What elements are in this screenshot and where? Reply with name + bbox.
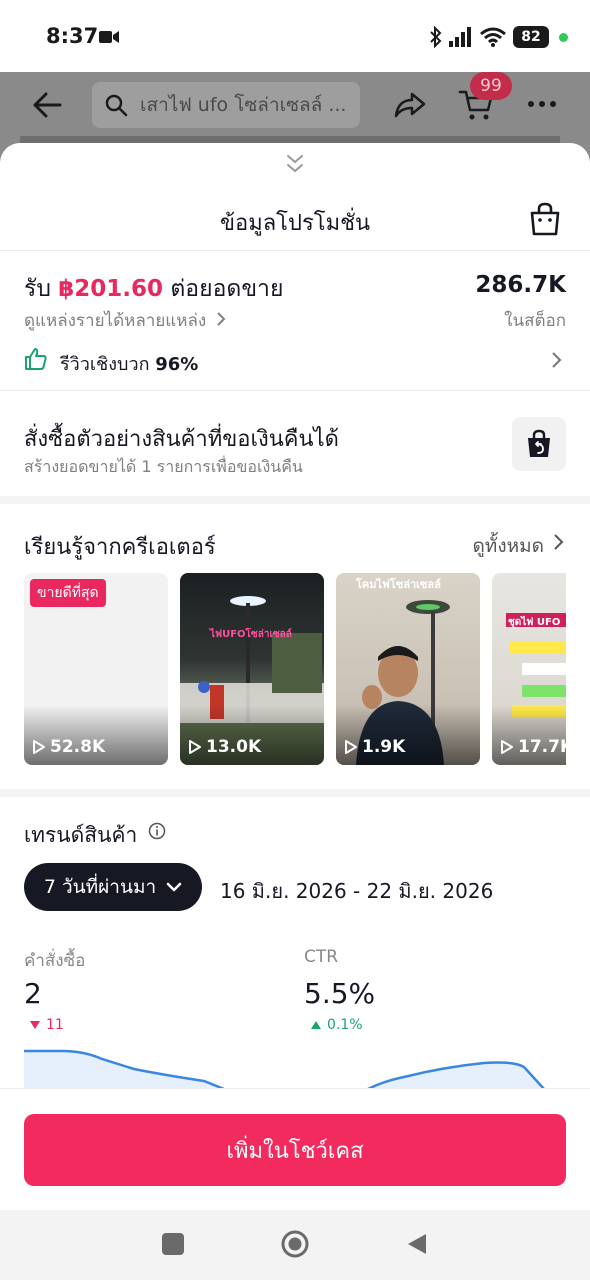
battery-icon: 82 (513, 26, 549, 48)
system-nav-bar (0, 1210, 590, 1280)
status-bar: 8:37 82 (0, 0, 590, 72)
ctr-label: CTR (304, 947, 339, 967)
triangle-down-icon (30, 1021, 40, 1029)
share-icon[interactable] (392, 86, 428, 122)
search-input[interactable]: เสาไฟ ufo โซล่าเซลล์ ... (92, 82, 360, 128)
earning-per-sale: รับ ฿201.60 ต่อยอดขาย (24, 271, 283, 307)
bottom-action-area: เพิ่มในโชว์เคส (0, 1088, 590, 1210)
income-sources-link[interactable]: ดูแหล่งรายได้หลายแหล่ง (24, 307, 226, 334)
orders-label: คำสั่งซื้อ (24, 951, 86, 971)
status-time: 8:37 (46, 24, 99, 48)
date-range: 16 มิ.ย. 2026 - 22 มิ.ย. 2026 (220, 879, 494, 903)
recent-apps-icon[interactable] (162, 1233, 184, 1255)
refundable-sample-title[interactable]: สั่งซื้อตัวอย่างสินค้าที่ขอเงินคืนได้ (24, 421, 339, 456)
play-icon (33, 740, 45, 754)
add-to-showcase-button[interactable]: เพิ่มในโชว์เคส (24, 1114, 566, 1186)
play-icon (189, 740, 201, 754)
shopping-bag-icon[interactable] (528, 201, 562, 237)
back-arrow-icon[interactable] (30, 88, 64, 122)
collapse-chevron-icon[interactable] (285, 153, 305, 175)
more-icon[interactable] (526, 98, 558, 110)
see-all-link[interactable]: ดูทั้งหมด (472, 531, 544, 561)
info-icon[interactable] (148, 822, 166, 840)
refundable-sample-subtitle: สร้างยอดขายได้ 1 รายการเพื่อขอเงินคืน (24, 457, 303, 476)
nav-back-icon[interactable] (406, 1232, 428, 1256)
play-icon (345, 740, 357, 754)
video-views: 13.0K (188, 737, 261, 757)
see-all-chevron-right-icon[interactable] (552, 533, 564, 551)
review-label: รีวิวเชิงบวก (60, 354, 150, 375)
search-text: เสาไฟ ufo โซล่าเซลล์ ... (140, 94, 347, 116)
signal-icon (449, 27, 471, 47)
sheet-title: ข้อมูลโปรโมชั่น (219, 211, 371, 236)
ctr-delta-value: 0.1% (327, 1017, 363, 1033)
review-value: 96% (155, 354, 199, 375)
chevron-down-icon (166, 882, 182, 892)
thumbs-up-icon (25, 348, 47, 370)
creator-video-card[interactable]: ขายดีที่สุด 52.8K (24, 573, 168, 765)
positive-review-rate: รีวิวเชิงบวก 96% (60, 349, 198, 378)
chevron-right-icon (216, 312, 225, 326)
video-views-count: 1.9K (362, 737, 406, 757)
triangle-up-icon (311, 1021, 321, 1029)
refund-sample-button[interactable] (512, 417, 566, 471)
search-icon (105, 94, 128, 117)
creator-video-card[interactable]: ไฟUFOโซล่าเซลล์ 13.0K (180, 573, 324, 765)
wifi-icon (480, 27, 506, 47)
period-dropdown[interactable]: 7 วันที่ผ่านมา (24, 863, 202, 911)
video-overlay-text: ชุดไฟ UFO (508, 617, 561, 628)
trend-sparkline (24, 1049, 545, 1089)
earn-amount: ฿201.60 (58, 276, 164, 302)
creator-video-card[interactable]: ชุดไฟ UFO 17.7K (492, 573, 566, 765)
creator-video-card[interactable]: โคมไฟโซล่าเซลล์ 1.9K (336, 573, 480, 765)
video-overlay-text: โคมไฟโซล่าเซลล์ (356, 578, 441, 591)
bluetooth-icon (430, 26, 442, 48)
video-views: 52.8K (32, 737, 105, 757)
income-sources-label: ดูแหล่งรายได้หลายแหล่ง (24, 311, 207, 331)
promotion-sheet: ข้อมูลโปรโมชั่น รับ ฿201.60 ต่อยอดขาย 28… (0, 143, 590, 1213)
play-icon (501, 740, 513, 754)
status-icons: 82 (429, 24, 568, 50)
video-views-count: 52.8K (50, 737, 106, 757)
section-divider (0, 496, 590, 504)
refund-bag-icon (528, 429, 550, 457)
video-camera-icon (99, 31, 119, 43)
reviews-chevron-right-icon[interactable] (550, 351, 562, 369)
video-views: 1.9K (344, 737, 405, 757)
ctr-value: 5.5% (304, 977, 376, 1010)
stock-value: 286.7K (475, 272, 566, 298)
video-views: 17.7K (500, 737, 566, 757)
divider (0, 250, 590, 251)
divider (0, 390, 590, 391)
orders-value: 2 (24, 977, 42, 1010)
earn-suffix: ต่อยอดขาย (170, 276, 284, 302)
learn-from-creators-title: เรียนรู้จากครีเอเตอร์ (24, 535, 216, 560)
ctr-delta: 0.1% (311, 1017, 363, 1033)
orders-delta-value: 11 (46, 1017, 64, 1033)
video-views-count: 13.0K (206, 737, 262, 757)
cart-count-badge: 99 (470, 72, 512, 100)
creator-videos-carousel[interactable]: ขายดีที่สุด 52.8K ไฟUFOโซล่าเซลล์ 13.0K … (24, 573, 566, 765)
orders-delta: 11 (30, 1017, 64, 1033)
earn-prefix: รับ (24, 276, 51, 302)
video-overlay-text: ไฟUFOโซล่าเซลล์ (210, 629, 292, 640)
stock-label: ในสต็อก (504, 311, 566, 331)
period-label: 7 วันที่ผ่านมา (43, 876, 157, 898)
video-views-count: 17.7K (518, 737, 566, 757)
best-seller-badge: ขายดีที่สุด (30, 579, 106, 607)
home-icon[interactable] (280, 1229, 310, 1259)
privacy-indicator-dot (559, 32, 568, 42)
section-divider (0, 789, 590, 797)
product-trend-title: เทรนด์สินค้า (24, 823, 138, 847)
